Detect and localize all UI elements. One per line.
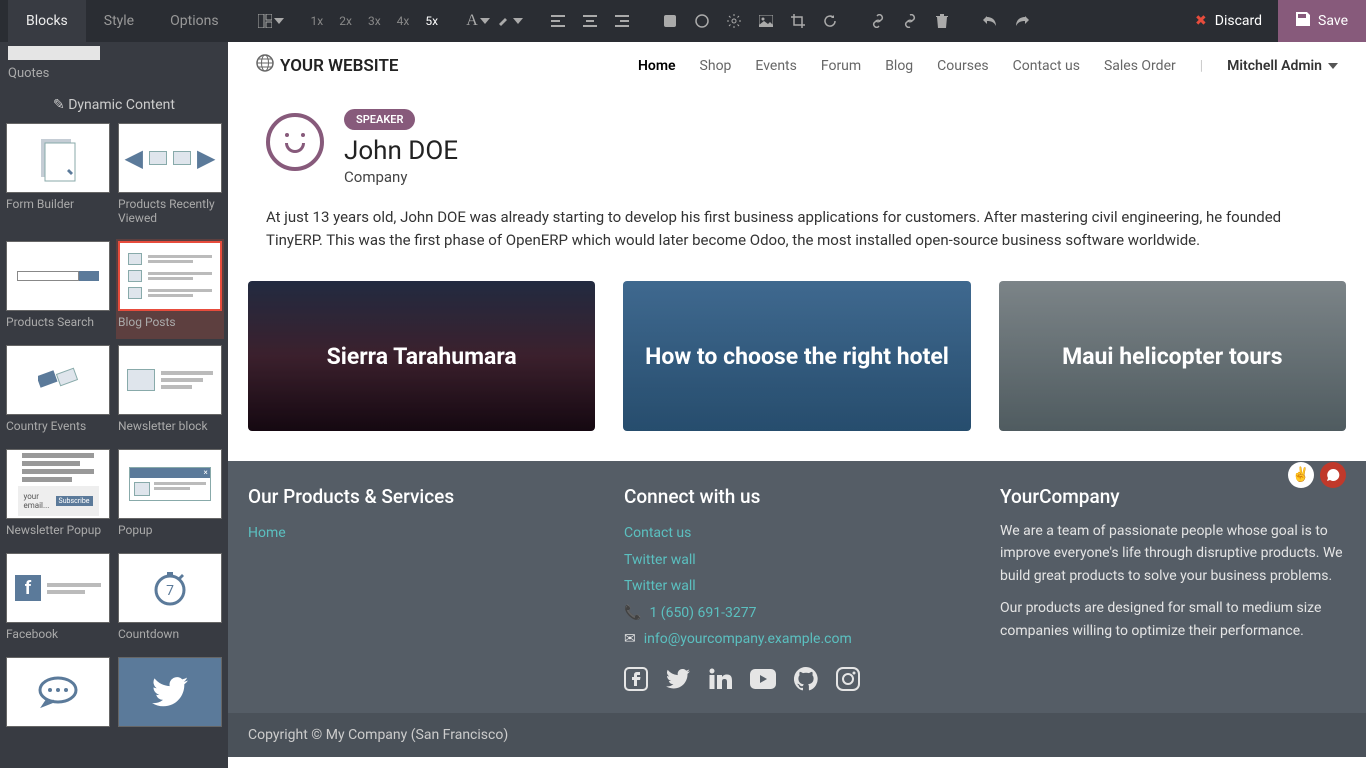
- instagram-icon[interactable]: [836, 667, 860, 697]
- align-right-icon[interactable]: [608, 7, 636, 35]
- block-products-recently-viewed[interactable]: ◀▶ Products Recently Viewed: [118, 123, 222, 233]
- size-4x[interactable]: 4x: [391, 14, 416, 28]
- chat-fab-icon[interactable]: [1320, 462, 1346, 488]
- nav-blog[interactable]: Blog: [885, 58, 913, 74]
- block-chat[interactable]: [6, 657, 110, 739]
- site-header: YOUR WEBSITE Home Shop Events Forum Blog…: [228, 42, 1366, 89]
- image-icon[interactable]: [752, 7, 780, 35]
- footer-col1-title: Our Products & Services: [248, 485, 594, 508]
- gear-icon[interactable]: [720, 7, 748, 35]
- footer-link-home[interactable]: Home: [248, 520, 594, 547]
- svg-text:7: 7: [166, 583, 174, 599]
- shape-square-icon[interactable]: [656, 7, 684, 35]
- footer-col2-title: Connect with us: [624, 485, 970, 508]
- preview-canvas: YOUR WEBSITE Home Shop Events Forum Blog…: [228, 42, 1366, 768]
- trash-icon[interactable]: [928, 7, 956, 35]
- sidebar-section-title: ✎ Dynamic Content: [0, 83, 228, 123]
- footer-about-p2: Our products are designed for small to m…: [1000, 597, 1346, 642]
- facebook-icon[interactable]: [624, 667, 648, 697]
- nav-shop[interactable]: Shop: [700, 58, 732, 74]
- layout-icon[interactable]: [257, 7, 285, 35]
- footer-email[interactable]: info@yourcompany.example.com: [644, 626, 852, 653]
- redo-icon[interactable]: [1008, 7, 1036, 35]
- speaker-bio: At just 13 years old, John DOE was alrea…: [228, 196, 1366, 271]
- block-facebook[interactable]: f Facebook: [6, 553, 110, 649]
- twitter-icon[interactable]: [666, 667, 690, 697]
- peace-icon[interactable]: ✌️: [1288, 462, 1314, 488]
- block-country-events[interactable]: Country Events: [6, 345, 110, 441]
- speaker-company: Company: [344, 168, 458, 186]
- save-icon: [1296, 12, 1310, 30]
- refresh-icon[interactable]: [816, 7, 844, 35]
- magic-icon: ✎: [53, 97, 65, 113]
- block-popup[interactable]: × Popup: [118, 449, 222, 545]
- user-menu[interactable]: Mitchell Admin: [1227, 58, 1338, 74]
- blocks-sidebar: Quotes ✎ Dynamic Content Form Builder ◀▶…: [0, 42, 228, 768]
- speaker-name: John DOE: [344, 136, 458, 166]
- block-newsletter-block[interactable]: Newsletter block: [118, 345, 222, 441]
- size-1x[interactable]: 1x: [305, 14, 330, 28]
- site-logo[interactable]: YOUR WEBSITE: [256, 54, 399, 77]
- tab-style[interactable]: Style: [86, 0, 152, 42]
- nav-contact[interactable]: Contact us: [1013, 58, 1080, 74]
- block-newsletter-popup[interactable]: your email...Subscribe Newsletter Popup: [6, 449, 110, 545]
- close-icon: ✖: [1195, 13, 1207, 29]
- footer-link-contact[interactable]: Contact us: [624, 520, 970, 547]
- highlight-icon[interactable]: [496, 7, 524, 35]
- chevron-down-icon: [1328, 63, 1338, 69]
- nav-forum[interactable]: Forum: [821, 58, 861, 74]
- nav-courses[interactable]: Courses: [937, 58, 988, 74]
- size-5x[interactable]: 5x: [419, 14, 444, 28]
- nav-sales-order[interactable]: Sales Order: [1104, 58, 1176, 74]
- block-countdown[interactable]: 7 Countdown: [118, 553, 222, 649]
- block-form-builder[interactable]: Form Builder: [6, 123, 110, 233]
- speaker-avatar: [266, 113, 324, 171]
- align-left-icon[interactable]: [544, 7, 572, 35]
- site-footer: Our Products & Services Home Connect wit…: [228, 461, 1366, 713]
- blog-card-1[interactable]: Sierra Tarahumara: [248, 281, 595, 431]
- align-center-icon[interactable]: [576, 7, 604, 35]
- size-2x[interactable]: 2x: [333, 14, 358, 28]
- footer-link-twitter2[interactable]: Twitter wall: [624, 573, 970, 600]
- phone-icon: 📞: [624, 600, 641, 627]
- github-icon[interactable]: [794, 667, 818, 697]
- footer-link-twitter1[interactable]: Twitter wall: [624, 547, 970, 574]
- footer-col3-title: YourCompany: [1000, 485, 1346, 508]
- block-label-quotes: Quotes: [0, 60, 228, 83]
- undo-icon[interactable]: [976, 7, 1004, 35]
- unlink-icon[interactable]: [896, 7, 924, 35]
- link-icon[interactable]: [864, 7, 892, 35]
- block-twitter[interactable]: [118, 657, 222, 739]
- envelope-icon: ✉: [624, 626, 636, 653]
- crop-icon[interactable]: [784, 7, 812, 35]
- footer-phone[interactable]: 1 (650) 691-3277: [649, 600, 756, 627]
- block-products-search[interactable]: Products Search: [6, 241, 110, 337]
- size-3x[interactable]: 3x: [362, 14, 387, 28]
- speaker-badge: SPEAKER: [344, 109, 415, 130]
- tab-options[interactable]: Options: [152, 0, 236, 42]
- block-blog-posts[interactable]: Blog Posts: [116, 239, 224, 339]
- blog-card-3[interactable]: Maui helicopter tours: [999, 281, 1346, 431]
- editor-toolbar: Blocks Style Options 1x 2x 3x 4x 5x A: [0, 0, 1366, 42]
- shape-circle-icon[interactable]: [688, 7, 716, 35]
- youtube-icon[interactable]: [750, 667, 776, 697]
- blog-card-2[interactable]: How to choose the right hotel: [623, 281, 970, 431]
- font-icon[interactable]: A: [464, 7, 492, 35]
- linkedin-icon[interactable]: [708, 667, 732, 697]
- copyright: Copyright © My Company (San Francisco): [228, 713, 1366, 757]
- discard-button[interactable]: ✖ Discard: [1179, 5, 1278, 37]
- nav-events[interactable]: Events: [755, 58, 796, 74]
- globe-icon: [256, 54, 274, 77]
- save-button[interactable]: Save: [1278, 0, 1366, 42]
- nav-home[interactable]: Home: [638, 58, 676, 74]
- tab-blocks[interactable]: Blocks: [8, 0, 86, 42]
- block-thumb-quotes[interactable]: [8, 46, 100, 60]
- footer-about-p1: We are a team of passionate people whose…: [1000, 520, 1346, 587]
